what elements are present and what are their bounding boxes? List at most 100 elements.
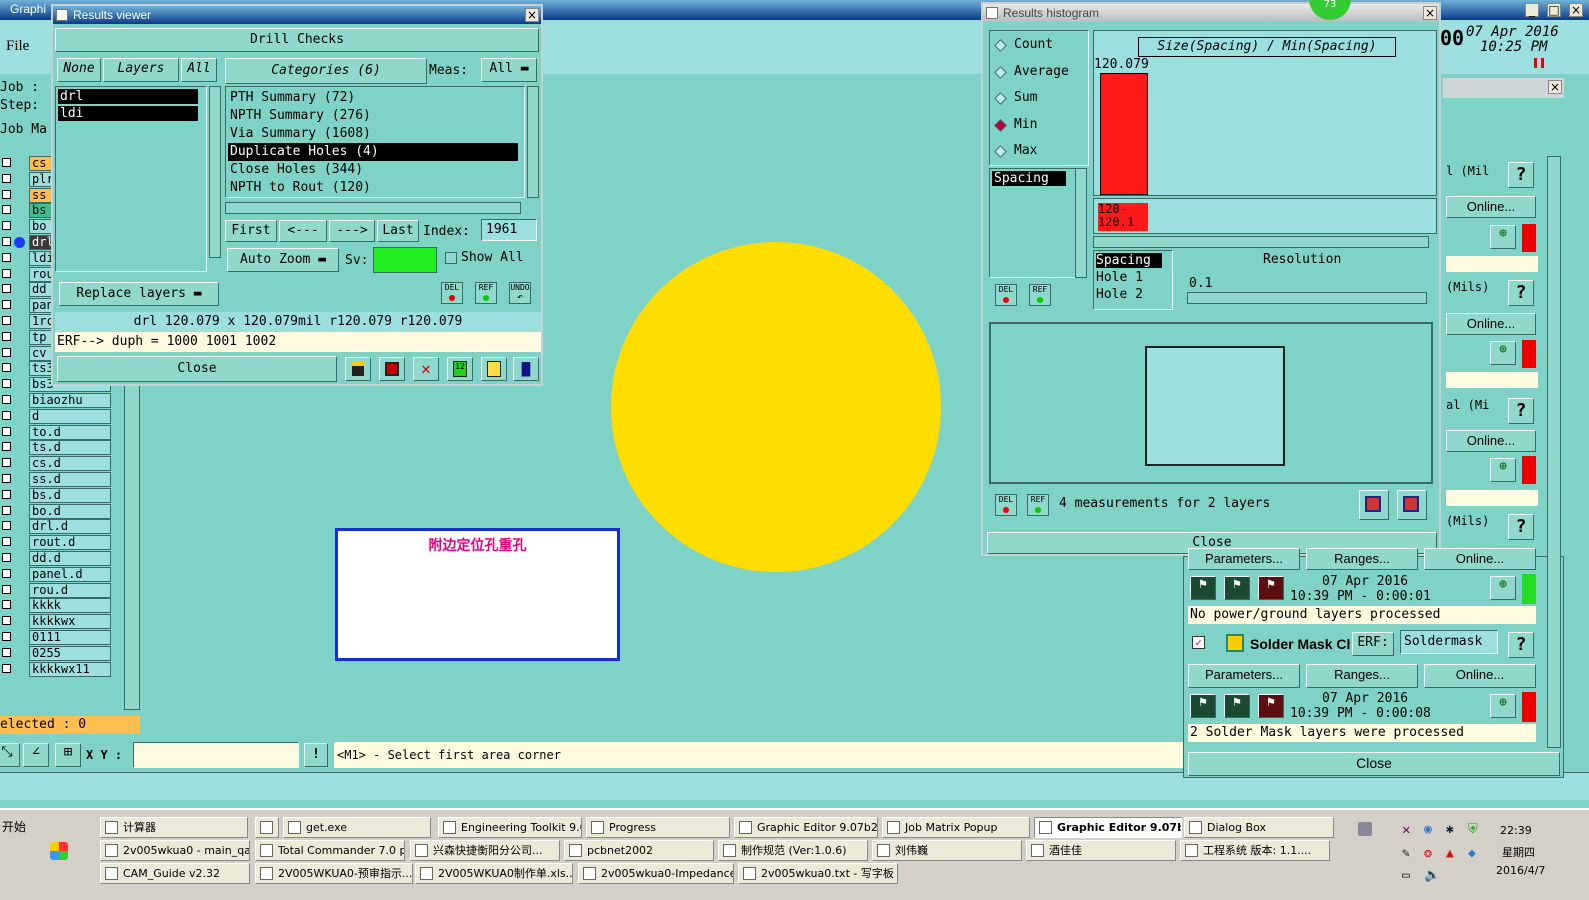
tray-icon[interactable]: ❂ [1424, 846, 1432, 861]
tray-icon[interactable]: ✎ [1402, 846, 1410, 861]
index-input[interactable]: 1961 [481, 219, 537, 241]
parameters-button[interactable]: Parameters... [1188, 548, 1300, 570]
erf-input[interactable]: Soldermask [1400, 630, 1498, 654]
layer-checkbox[interactable] [2, 663, 11, 673]
category-item[interactable]: PTH Summary (72) [228, 89, 518, 107]
ranges-button[interactable]: Ranges... [1306, 548, 1418, 570]
film-icon[interactable] [379, 357, 405, 381]
layer-item-ldi[interactable]: ldi [58, 106, 198, 121]
ref-icon[interactable]: REF [475, 282, 497, 304]
taskbar-button[interactable]: 2v005wkua0.txt - 写字板 [738, 863, 898, 884]
import-icon[interactable] [1397, 490, 1427, 520]
taskbar-button[interactable]: Job Matrix Popup [882, 817, 1030, 838]
layer-row[interactable]: to.d [0, 424, 140, 440]
taskbar-button[interactable]: 制作规范 (Ver:1.0.6) [718, 840, 868, 861]
layer-checkbox[interactable] [2, 568, 11, 578]
layer-row[interactable]: kkkk [0, 598, 140, 614]
xy-input[interactable] [133, 742, 299, 768]
del-icon[interactable]: DEL [995, 284, 1017, 306]
spacing-scrollbar[interactable] [1075, 168, 1087, 278]
histogram-icon[interactable]: ▇ [513, 357, 539, 381]
taskbar-button[interactable]: Progress [586, 817, 730, 838]
export-icon[interactable] [1359, 490, 1389, 520]
clear-icon[interactable]: ✕ [413, 357, 439, 381]
online-button[interactable]: Online... [1446, 196, 1536, 218]
layers-listbox[interactable]: drl ldi [55, 86, 207, 272]
online-button[interactable]: Online... [1424, 664, 1536, 688]
run-all-icon[interactable]: ⚑ [1224, 576, 1250, 600]
taskbar-button[interactable]: 2v005wkua0-Impedance... [578, 863, 734, 884]
windows-logo-icon[interactable] [50, 842, 68, 860]
layer-checkbox[interactable] [2, 505, 11, 515]
layer-checkbox[interactable] [2, 221, 11, 231]
taskbar-button[interactable]: CAM_Guide v2.32 [100, 863, 250, 884]
taskbar-button[interactable]: 刘伟巍 [872, 840, 1022, 861]
ref-icon[interactable]: REF [1029, 284, 1051, 306]
taskbar-button[interactable]: 计算器 [100, 817, 248, 838]
layer-row[interactable]: panel.d [0, 566, 140, 582]
layer-checkbox[interactable] [2, 316, 11, 325]
aggregate-radio[interactable]: Max [994, 143, 1086, 161]
checklist-scrollbar[interactable] [1547, 156, 1561, 748]
layer-checkbox[interactable] [2, 395, 11, 404]
next-button[interactable]: ---> [329, 220, 375, 242]
erf-label[interactable]: ERF: [1352, 632, 1394, 656]
show-all-checkbox[interactable] [445, 252, 457, 264]
taskbar-button[interactable] [255, 817, 279, 838]
layer-checkbox[interactable] [2, 632, 11, 641]
zoom-tool-icon[interactable]: ⤡ [0, 743, 20, 767]
layer-row[interactable]: ts.d [0, 440, 140, 456]
run-icon[interactable]: ⚑ [1190, 694, 1216, 718]
layer-checkbox[interactable] [2, 252, 11, 262]
layer-checkbox[interactable] [2, 379, 11, 389]
taskbar-button[interactable]: Dialog Box [1184, 817, 1334, 838]
ref-icon[interactable]: REF [1027, 494, 1049, 516]
last-button[interactable]: Last [377, 220, 419, 242]
taskbar-button[interactable]: 工程系统 版本: 1.1.... [1180, 840, 1330, 861]
tray-icon[interactable] [1358, 822, 1372, 836]
solder-mask-checkbox[interactable]: ✓ [1192, 636, 1205, 649]
taskbar-button[interactable]: 兴森快捷衡阳分公司... [410, 840, 560, 861]
layer-row[interactable]: dd.d [0, 551, 140, 566]
taskbar-button[interactable]: Graphic Editor 9.07b2 (... [734, 817, 878, 838]
layer-row[interactable]: ss.d [0, 472, 140, 487]
zoom-icon[interactable]: ⊕ [1490, 694, 1516, 718]
layer-checkbox[interactable] [2, 158, 11, 167]
minimize-icon[interactable]: _ [1525, 3, 1539, 17]
layer-row[interactable]: 0111 [0, 630, 140, 645]
prev-button[interactable]: <--- [279, 220, 327, 242]
tray-icon[interactable]: ▭ [1402, 868, 1410, 883]
zoom-icon[interactable]: ⊕ [1490, 225, 1516, 249]
layer-checkbox[interactable] [2, 616, 11, 626]
category-item[interactable]: Close Holes (344) [228, 161, 518, 179]
layer-checkbox[interactable] [2, 205, 11, 215]
tray-clock[interactable]: 22:39 [1500, 824, 1532, 837]
layer-checkbox[interactable] [2, 489, 11, 499]
layer-checkbox[interactable] [2, 300, 11, 310]
online-button[interactable]: Online... [1446, 313, 1536, 335]
layer-checkbox[interactable] [2, 474, 11, 483]
layer-checkbox[interactable] [2, 331, 11, 341]
stop-icon[interactable]: ⚑ [1258, 576, 1284, 600]
layer-checkbox[interactable] [2, 553, 11, 562]
close-button[interactable]: Close [57, 356, 337, 382]
aggregate-radio[interactable]: Count [994, 37, 1086, 55]
help-button[interactable]: ? [1508, 398, 1534, 424]
layer-checkbox[interactable] [2, 442, 11, 452]
online-button[interactable]: Online... [1424, 548, 1536, 570]
maximize-icon[interactable]: □ [1547, 3, 1561, 17]
volume-icon[interactable]: 🔈 [1424, 868, 1440, 883]
taskbar-button[interactable]: 2V005WKUA0制作单.xls... [415, 863, 573, 884]
layer-checkbox[interactable] [2, 647, 11, 657]
zoom-icon[interactable]: ⊕ [1490, 341, 1516, 365]
first-button[interactable]: First [225, 220, 277, 242]
undo-icon[interactable]: UNDO ↶ [509, 282, 531, 304]
all-button[interactable]: All [181, 58, 217, 82]
categories-hscrollbar[interactable] [225, 202, 521, 214]
notes-icon[interactable] [481, 357, 507, 381]
close-icon[interactable]: × [525, 8, 539, 22]
spacing-item[interactable]: Spacing [992, 171, 1066, 186]
layer-row[interactable]: rou.d [0, 582, 140, 598]
layer-checkbox[interactable] [2, 521, 11, 531]
layer-checkbox[interactable] [2, 189, 11, 199]
